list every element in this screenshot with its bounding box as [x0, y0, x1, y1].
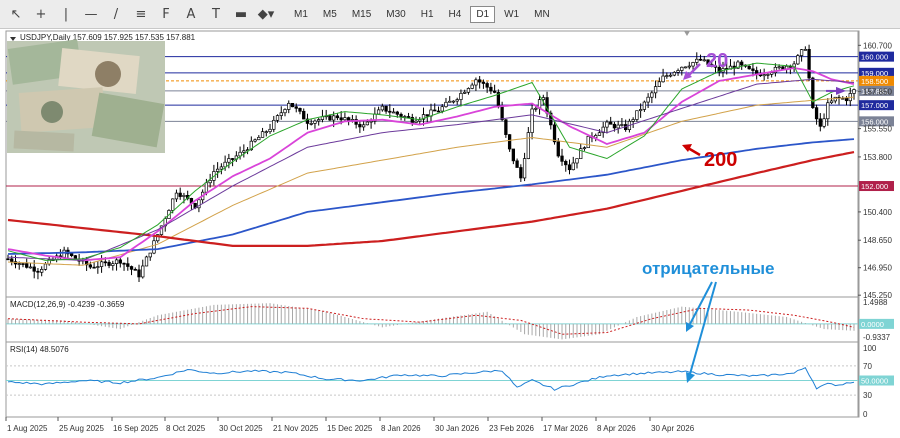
- fibonacci-icon[interactable]: F: [156, 7, 176, 22]
- price-level-label: 160.000: [861, 53, 888, 62]
- rsi-tick-label: 30: [863, 391, 872, 400]
- timeframe-w1[interactable]: W1: [498, 6, 525, 23]
- y-tick-label: 153.800: [863, 153, 892, 162]
- candle: [507, 134, 512, 152]
- chart-area[interactable]: MACD(12,26,9) -0.4239 -0.3659 RSI(14) 48…: [0, 28, 900, 438]
- rsi-tick-label: 0: [863, 410, 868, 419]
- horizontal-line-icon[interactable]: —: [81, 7, 101, 22]
- cursor-icon[interactable]: ↖: [6, 7, 26, 22]
- x-tick-label: 15 Dec 2025: [327, 424, 373, 433]
- x-tick-label: 8 Apr 2026: [597, 424, 636, 433]
- candle: [290, 102, 295, 108]
- x-tick-label: 23 Feb 2026: [489, 424, 534, 433]
- crosshair-icon[interactable]: +: [31, 7, 51, 22]
- timeframe-bar: M1 M5 M15 M30 H1 H4 D1 W1 MN: [288, 4, 559, 24]
- candle: [811, 76, 815, 109]
- candle: [747, 65, 751, 70]
- y-tick-label: 148.650: [863, 236, 892, 245]
- timeframe-mn[interactable]: MN: [528, 6, 556, 23]
- candle: [586, 135, 590, 149]
- price-level-label: 152.000: [861, 182, 888, 191]
- x-tick-label: 25 Aug 2025: [59, 424, 104, 433]
- candle: [807, 44, 811, 82]
- vertical-line-icon[interactable]: |: [56, 7, 76, 22]
- y-tick-label: 157.850: [863, 87, 892, 96]
- shapes-dropdown-icon[interactable]: ◆▾: [256, 7, 276, 22]
- macd-tick-label: -0.9337: [863, 333, 891, 342]
- x-tick-label: 16 Sep 2025: [113, 424, 159, 433]
- timeframe-m5[interactable]: M5: [317, 6, 343, 23]
- y-tick-label: 150.400: [863, 208, 892, 217]
- candle: [552, 121, 557, 145]
- candle: [796, 54, 800, 65]
- x-tick-label: 30 Oct 2025: [219, 424, 263, 433]
- x-tick-label: 8 Jan 2026: [381, 424, 421, 433]
- macd-tick-label: 1.4988: [863, 298, 888, 307]
- trading-terminal: ↖ + | — / ≡ F A T ▬ ◆▾ M1 M5 M15 M30 H1 H4 D1 W1 MN MACD(1…: [0, 0, 900, 438]
- timeframe-m1[interactable]: M1: [288, 6, 314, 23]
- timeframe-d1[interactable]: D1: [470, 5, 496, 23]
- x-tick-label: 17 Mar 2026: [543, 424, 588, 433]
- rsi-tick-label: 50.0000: [861, 377, 888, 386]
- rsi-label: RSI(14) 48.5076: [10, 345, 69, 354]
- candle: [144, 255, 149, 267]
- text-label-icon[interactable]: T: [206, 7, 226, 22]
- timeframe-m15[interactable]: M15: [346, 6, 377, 23]
- x-tick-label: 8 Oct 2025: [166, 424, 206, 433]
- macd-label: MACD(12,26,9) -0.4239 -0.3659: [10, 300, 125, 309]
- rectangle-icon[interactable]: ▬: [231, 7, 251, 22]
- x-tick-label: 30 Apr 2026: [651, 424, 695, 433]
- x-tick-label: 30 Jan 2026: [435, 424, 480, 433]
- macd-tick-label: 0.0000: [861, 320, 884, 329]
- candle: [683, 66, 688, 69]
- negative-annotation: отрицательные: [642, 259, 775, 278]
- text-icon[interactable]: A: [181, 7, 201, 22]
- x-tick-label: 21 Nov 2025: [273, 424, 319, 433]
- chart-header: USDJPY,Daily 157.609 157.925 157.535 157…: [20, 33, 196, 42]
- timeframe-h1[interactable]: H1: [415, 6, 440, 23]
- price-level-label: 158.500: [861, 77, 888, 86]
- money-thumbnail: [7, 39, 165, 153]
- y-tick-label: 155.550: [863, 125, 892, 134]
- ma-20-annotation: 20: [706, 50, 728, 72]
- toolbar: ↖ + | — / ≡ F A T ▬ ◆▾ M1 M5 M15 M30 H1 H4 D1 W1 MN: [0, 0, 900, 29]
- ma-200-annotation: 200: [704, 149, 737, 171]
- rsi-tick-label: 70: [863, 362, 872, 371]
- trendline-icon[interactable]: /: [106, 7, 126, 22]
- timeframe-m30[interactable]: M30: [380, 6, 411, 23]
- y-tick-label: 160.700: [863, 41, 892, 50]
- timeframe-h4[interactable]: H4: [443, 6, 468, 23]
- x-tick-label: 1 Aug 2025: [7, 424, 48, 433]
- price-level-label: 157.000: [861, 101, 888, 110]
- rsi-tick-label: 100: [863, 344, 877, 353]
- channel-icon[interactable]: ≡: [131, 7, 151, 22]
- y-tick-label: 146.950: [863, 264, 892, 273]
- drawing-tools: ↖ + | — / ≡ F A T ▬ ◆▾: [6, 4, 281, 24]
